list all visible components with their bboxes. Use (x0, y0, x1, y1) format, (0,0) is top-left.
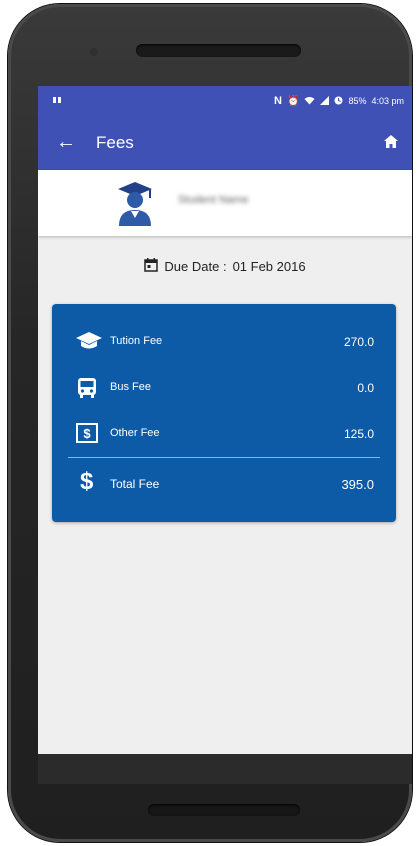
app-screen: N ⏰ 85% 4:03 pm ← Fees Student Name Due … (38, 86, 412, 754)
navigation-bar (38, 754, 412, 784)
battery-percent: 85% (348, 96, 367, 106)
back-arrow-icon[interactable]: ← (56, 131, 76, 153)
status-bar: N ⏰ 85% 4:03 pm (38, 86, 412, 118)
fee-row-bus: Bus Fee 0.0 (52, 368, 396, 408)
wifi-icon (304, 96, 315, 107)
graduation-cap-icon (76, 331, 102, 356)
fee-value: 125.0 (343, 427, 374, 441)
fee-row-other: $ Other Fee 125.0 (52, 414, 396, 454)
fee-label: Other Fee (110, 427, 160, 439)
fee-summary-card: Tution Fee 270.0 Bus Fee 0.0 $ Other Fee… (52, 304, 396, 522)
camera-icon (90, 48, 98, 56)
student-name: Student Name (178, 194, 249, 206)
total-fee-label: Total Fee (110, 477, 160, 491)
home-icon[interactable] (384, 135, 398, 153)
app-bar: ← Fees (38, 118, 412, 170)
fee-value: 270.0 (343, 335, 374, 349)
divider (68, 457, 380, 458)
due-date-value: 01 Feb 2016 (232, 259, 306, 274)
fee-label: Bus Fee (110, 381, 151, 393)
dollar-icon: $ (80, 468, 94, 495)
graduate-avatar-icon (116, 180, 154, 231)
due-date-label: Due Date : (164, 259, 227, 274)
alarm-icon: ⏰ (287, 95, 300, 107)
due-date-row: Due Date : 01 Feb 2016 (38, 258, 412, 275)
status-icons: N ⏰ 85% 4:03 pm (274, 95, 404, 107)
page-title: Fees (96, 133, 134, 152)
nfc-icon: N (274, 95, 282, 107)
svg-text:$: $ (83, 426, 91, 441)
battery-icon (334, 96, 343, 107)
notification-icon (52, 95, 62, 108)
calendar-icon (144, 258, 159, 275)
top-speaker (136, 44, 301, 57)
bus-icon (76, 377, 98, 404)
student-profile-card: Student Name (38, 170, 412, 236)
fee-row-total: $ Total Fee 395.0 (52, 464, 396, 504)
clock: 4:03 pm (371, 96, 404, 106)
total-fee-value: 395.0 (341, 477, 374, 492)
bottom-speaker (148, 804, 300, 816)
fee-label: Tution Fee (110, 335, 163, 347)
dollar-box-icon: $ (76, 423, 98, 448)
fee-value: 0.0 (357, 381, 374, 395)
fee-row-tuition: Tution Fee 270.0 (52, 322, 396, 362)
signal-icon (320, 95, 330, 107)
